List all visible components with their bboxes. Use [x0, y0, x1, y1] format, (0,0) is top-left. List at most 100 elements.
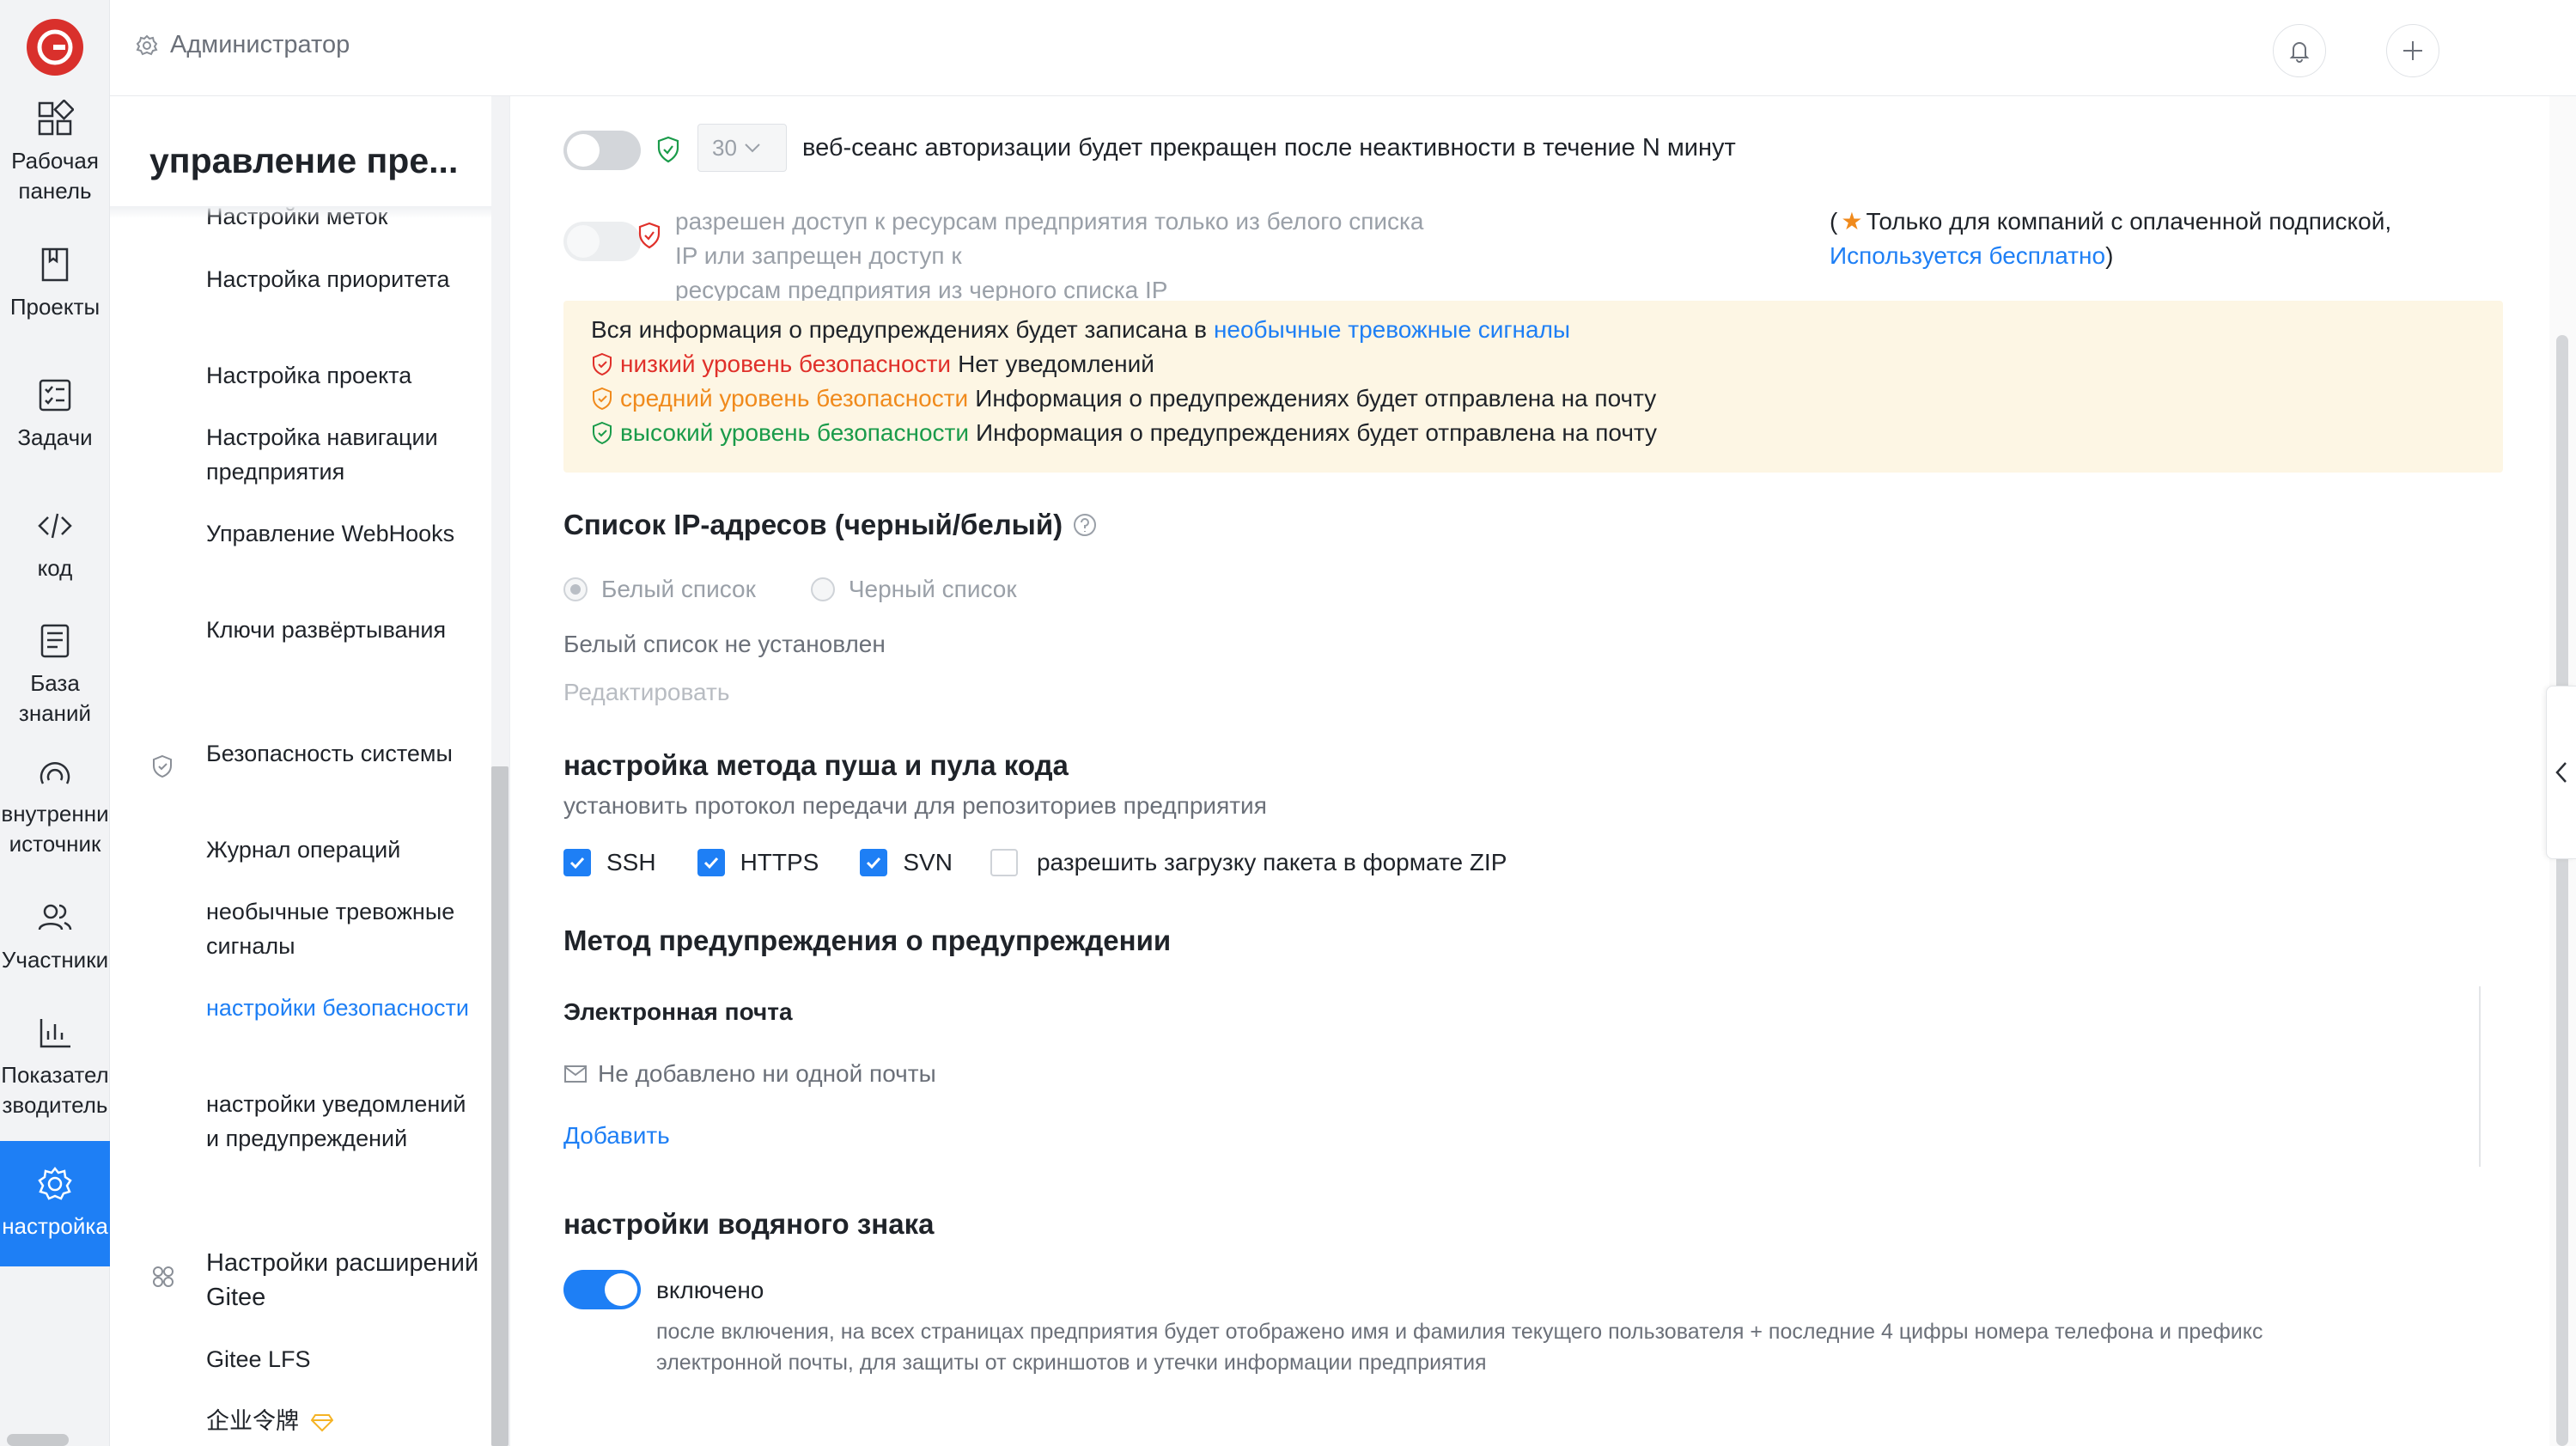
alert-high-level: высокий уровень безопасности Информация …: [591, 416, 2476, 450]
sidebar-item-gitee-extensions[interactable]: Настройки расширений Gitee: [206, 1246, 481, 1315]
mid-level-label: средний уровень безопасности: [620, 385, 969, 412]
rail-label: Рабочая: [11, 148, 99, 174]
paid-note-suffix: ): [2105, 242, 2114, 269]
rail-item-inner-source[interactable]: внутренни источник: [0, 753, 110, 859]
blacklist-radio[interactable]: [810, 577, 835, 601]
divider: [2479, 986, 2481, 1167]
ssh-label: SSH: [606, 849, 656, 876]
watermark-state: включено: [656, 1277, 764, 1303]
security-level-alert: Вся информация о предупреждениях будет з…: [563, 301, 2503, 473]
code-icon: [38, 513, 72, 539]
sidebar-item-project[interactable]: Настройка проекта: [206, 358, 481, 393]
mail-icon: [564, 1065, 587, 1083]
session-timeout-text: веб-сеанс авторизации будет прекращен по…: [802, 134, 1736, 162]
sidebar-item-webhooks[interactable]: Управление WebHooks: [206, 516, 481, 551]
svn-label: SVN: [903, 849, 953, 876]
task-icon: [39, 379, 71, 412]
diamond-icon: [310, 1413, 333, 1432]
svn-checkbox[interactable]: [860, 849, 888, 876]
whitelist-radio[interactable]: [563, 577, 588, 601]
logo-icon: [37, 29, 73, 65]
sidebar-item-gitee-lfs[interactable]: Gitee LFS: [206, 1342, 481, 1376]
rail-item-dashboard[interactable]: Рабочая панель: [0, 100, 110, 206]
edit-list-link[interactable]: Редактировать: [563, 675, 729, 710]
ip-list-section-title: Список IP-адресов (черный/белый): [563, 509, 1097, 541]
high-level-label: высокий уровень безопасности: [620, 419, 969, 446]
rail-label: База: [30, 670, 80, 696]
sidebar-item-notification-settings[interactable]: настройки уведомлений и предупреждений: [206, 1087, 481, 1156]
rail-item-projects[interactable]: Проекты: [0, 246, 110, 322]
chevron-down-icon: [745, 143, 760, 153]
rail-item-members[interactable]: Участники: [0, 899, 110, 975]
chart-icon: [40, 1019, 70, 1048]
ip-access-toggle[interactable]: [563, 222, 641, 261]
session-minutes-select[interactable]: 30: [697, 124, 787, 172]
email-empty-state: Не добавлено ни одной почты: [563, 1057, 936, 1091]
https-checkbox[interactable]: [697, 849, 725, 876]
high-level-text: Информация о предупреждениях будет отпра…: [976, 419, 1658, 446]
alert-low-level: низкий уровень безопасности Нет уведомле…: [591, 347, 2476, 381]
watermark-desc-line2: электронной почты, для защиты от скриншо…: [656, 1351, 1487, 1375]
session-timeout-toggle[interactable]: [563, 131, 641, 170]
notifications-button[interactable]: [2273, 24, 2326, 77]
shield-low-icon: [593, 352, 612, 376]
breadcrumb: Администратор: [136, 31, 350, 59]
warning-method-title: Метод предупреждения о предупреждении: [563, 924, 1172, 956]
chevron-left-icon: [2555, 762, 2567, 783]
ssh-checkbox[interactable]: [563, 849, 591, 876]
check-icon: [569, 857, 585, 869]
session-minutes-value: 30: [712, 134, 737, 161]
add-email-link[interactable]: Добавить: [563, 1119, 670, 1153]
ip-list-mode: Белый список Черный список: [563, 572, 1017, 607]
rail-label: Участники: [1, 947, 109, 973]
rail-item-metrics[interactable]: Показател зводитель: [0, 1014, 110, 1120]
rail-label: Показател: [1, 1062, 109, 1088]
sidebar-item-priority[interactable]: Настройка приоритета: [206, 262, 481, 296]
rail-scrollbar[interactable]: [7, 1434, 69, 1446]
shield-check-icon: [657, 136, 679, 163]
sidebar-item-abnormal-alerts[interactable]: необычные тревожные сигналы: [206, 894, 481, 963]
extensions-icon: [153, 1266, 174, 1287]
ip-access-text-line1: разрешен доступ к ресурсам предприятия т…: [675, 208, 1424, 269]
rail-item-tasks[interactable]: Задачи: [0, 376, 110, 453]
shield-high-icon: [593, 421, 612, 445]
free-use-link[interactable]: Используется бесплатно: [1830, 242, 2105, 269]
sidebar-item-system-security[interactable]: Безопасность системы: [206, 736, 481, 771]
push-section-title: настройка метода пуша и пула кода: [563, 749, 1069, 781]
sidebar-item-deploy-keys[interactable]: Ключи развёртывания: [206, 613, 481, 647]
rail-item-code[interactable]: код: [0, 507, 110, 583]
watermark-toggle[interactable]: [563, 1270, 641, 1309]
rail-label: Задачи: [17, 424, 93, 450]
gitee-logo[interactable]: [27, 19, 83, 76]
check-icon: [867, 857, 881, 869]
alert-intro: Вся информация о предупреждениях будет з…: [591, 313, 2476, 347]
gear-icon: [38, 1166, 72, 1200]
mid-level-text: Информация о предупреждениях будет отпра…: [975, 385, 1657, 412]
alert-intro-text: Вся информация о предупреждениях будет з…: [591, 316, 1207, 343]
help-icon[interactable]: [1073, 513, 1097, 537]
sidebar-item-enterprise-token[interactable]: 企业令牌: [206, 1404, 481, 1438]
low-level-label: низкий уровень безопасности: [620, 351, 952, 377]
rail-item-wiki[interactable]: База знаний: [0, 622, 110, 729]
whitelist-status: Белый список не установлен: [563, 631, 886, 657]
rail-label: настройка: [2, 1213, 108, 1239]
gear-icon: [136, 34, 158, 55]
ip-access-text: разрешен доступ к ресурсам предприятия т…: [675, 204, 1448, 308]
collapse-panel-button[interactable]: [2546, 686, 2576, 859]
abnormal-alerts-link[interactable]: необычные тревожные сигналы: [1214, 313, 1570, 347]
sidebar-scrollbar[interactable]: [491, 766, 509, 1446]
rail-label-2: зводитель: [2, 1092, 108, 1119]
sidebar-item-operation-log[interactable]: Журнал операций: [206, 833, 481, 867]
rail-item-settings[interactable]: настройка: [0, 1141, 110, 1266]
create-button[interactable]: [2386, 24, 2439, 77]
sidebar-item-navigation[interactable]: Настройка навигации предприятия: [206, 420, 481, 489]
email-section-title: Электронная почта: [563, 998, 793, 1025]
plus-icon: [2403, 41, 2422, 60]
book-icon: [41, 247, 69, 282]
sidebar-item-security-settings[interactable]: настройки безопасности: [206, 991, 481, 1025]
breadcrumb-label[interactable]: Администратор: [170, 31, 350, 59]
ip-list-title: Список IP-адресов (черный/белый): [563, 509, 1063, 540]
zip-download-checkbox[interactable]: [990, 849, 1018, 876]
push-section-desc: установить протокол передачи для репозит…: [563, 792, 1267, 819]
main-scrollbar[interactable]: [2556, 335, 2568, 1446]
